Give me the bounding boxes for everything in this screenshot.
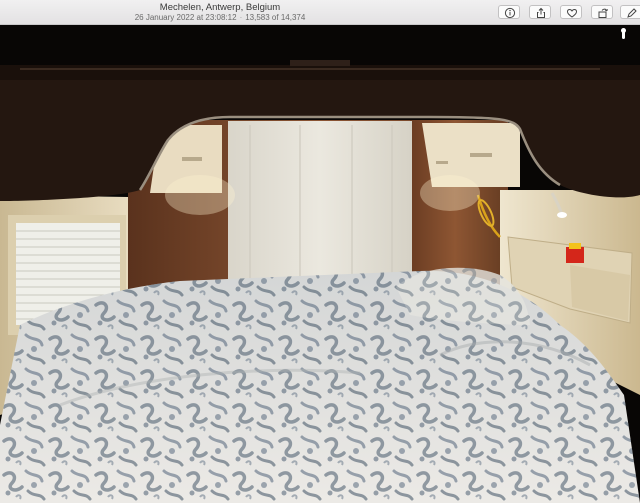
info-icon <box>504 7 516 19</box>
meta-separator: · <box>239 13 243 22</box>
edit-button[interactable] <box>620 5 640 19</box>
edit-icon <box>627 8 637 18</box>
photo-viewer-toolbar: Mechelen, Antwerp, Belgium 26 January 20… <box>0 0 640 25</box>
location-title: Mechelen, Antwerp, Belgium <box>159 2 281 13</box>
share-button[interactable] <box>529 5 551 19</box>
camper-bedroom-photo <box>0 25 640 503</box>
heart-icon <box>566 9 578 18</box>
info-button[interactable] <box>498 5 520 19</box>
favorite-button[interactable] <box>560 5 582 19</box>
photo-counter: 13,583 of 14,374 <box>245 13 306 22</box>
photo-canvas[interactable] <box>0 25 640 503</box>
share-icon <box>537 7 545 18</box>
photo-datetime: 26 January 2022 at 23:08:12 <box>134 13 237 22</box>
rotate-icon <box>598 8 609 18</box>
rotate-button[interactable] <box>591 5 613 19</box>
location-pin-icon <box>621 28 626 39</box>
photo-meta: 26 January 2022 at 23:08:12 · 13,583 of 14… <box>0 13 440 22</box>
